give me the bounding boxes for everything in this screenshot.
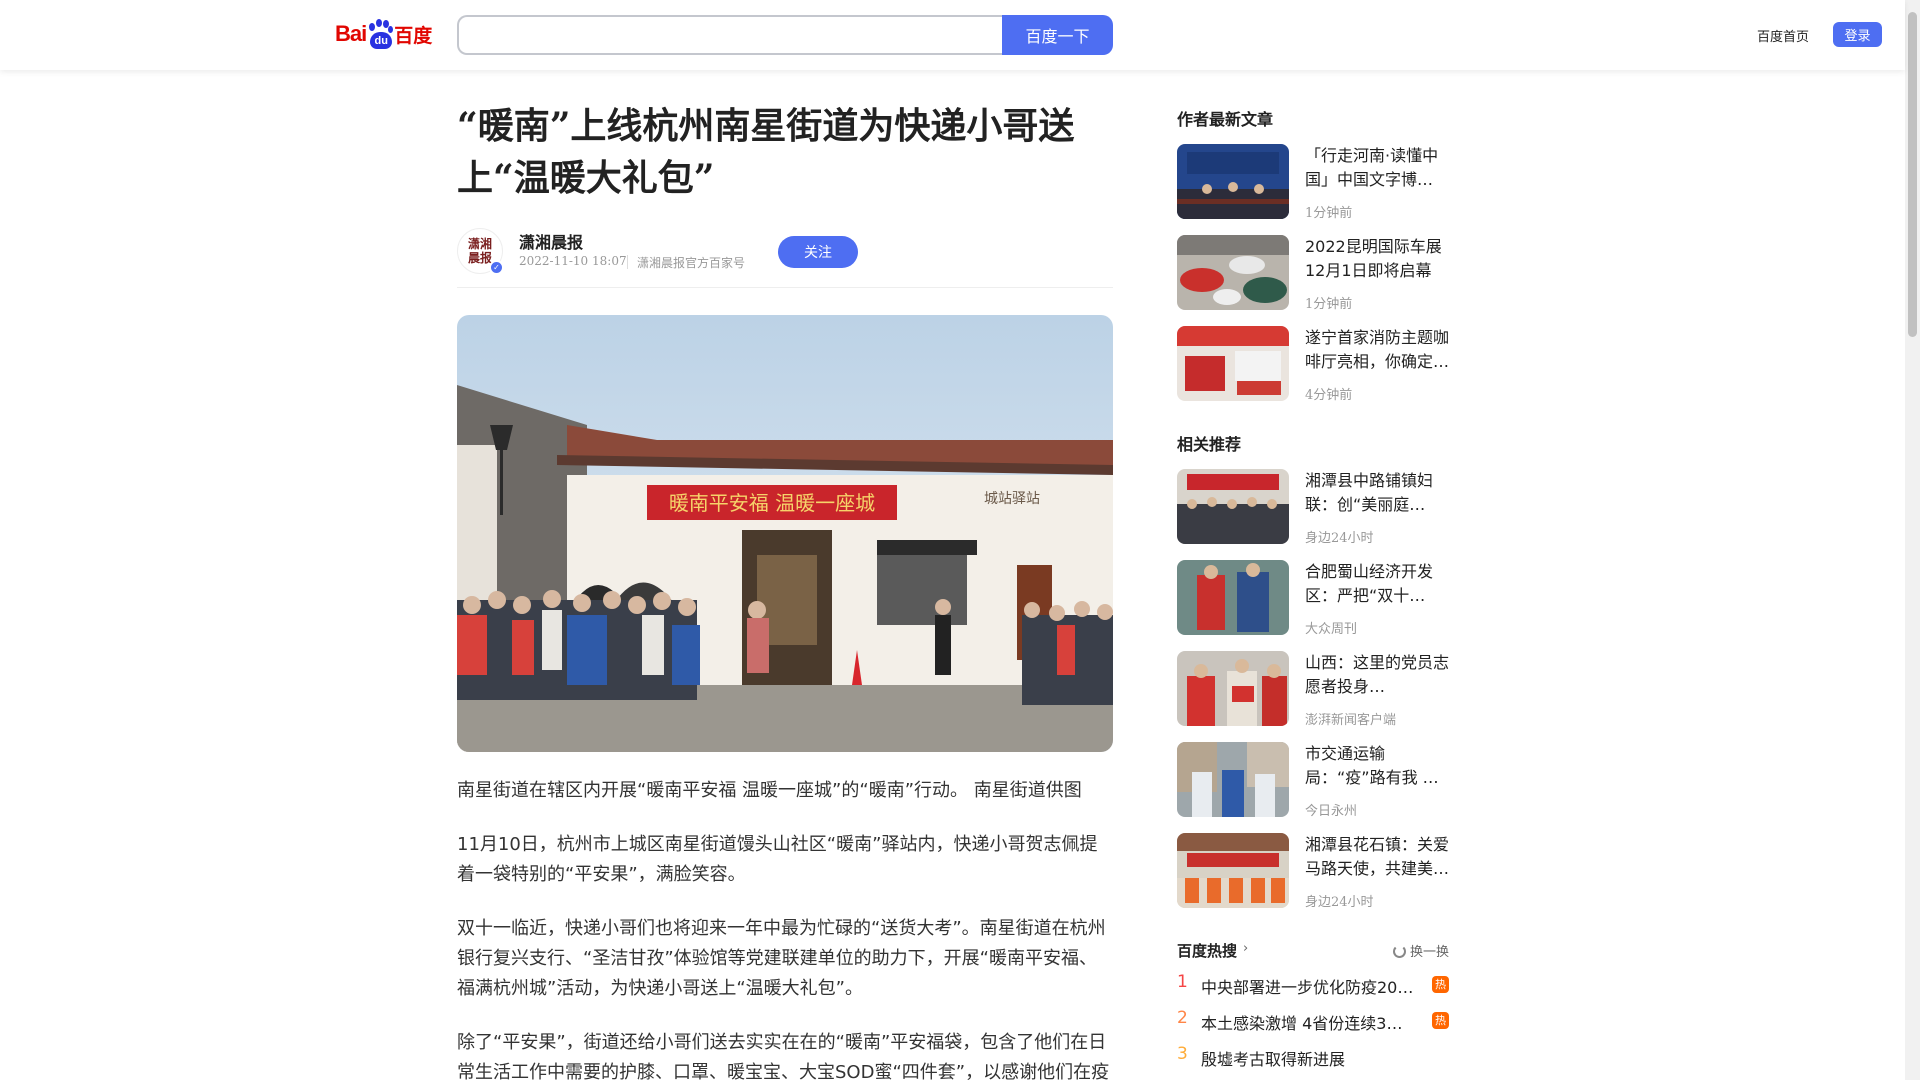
card-thumbnail bbox=[1177, 742, 1289, 817]
article-title: “暖南”上线杭州南星街道为快递小哥送上“温暖大礼包” bbox=[457, 105, 1075, 199]
photo-sign-text: 城站驿站 bbox=[984, 491, 1040, 507]
hot-search-item[interactable]: 2 本土感染激增 4省份连续3天… 热 bbox=[1177, 1004, 1449, 1040]
card-title[interactable]: 合肥蜀山经济开发区：严把“双十一”… bbox=[1305, 560, 1449, 608]
hot-badge: 热 bbox=[1432, 1012, 1449, 1029]
card-title[interactable]: 湘潭县花石镇：关爱马路天使，共建美… bbox=[1305, 833, 1449, 881]
refresh-icon bbox=[1392, 945, 1406, 958]
card-meta: 澎湃新闻客户端 bbox=[1305, 713, 1397, 728]
hot-rank: 1 bbox=[1177, 972, 1188, 992]
card-title[interactable]: 「行走河南·读懂中国」中国文字博物馆… bbox=[1305, 144, 1449, 192]
search-input[interactable] bbox=[459, 17, 1003, 53]
card-thumbnail bbox=[1177, 560, 1289, 635]
related-card[interactable]: 湘潭县花石镇：关爱马路天使，共建美… 身边24小时 bbox=[1177, 833, 1449, 924]
article-paragraph: 除了“平安果”，街道还给小哥们送去实实在在的“暖南”平安福袋，包含了他们在日常生… bbox=[457, 1032, 1110, 1080]
hot-search-header: 百度热搜 › 换一换 bbox=[1177, 938, 1449, 968]
hot-search-title[interactable]: 百度热搜 bbox=[1177, 940, 1237, 961]
card-thumbnail bbox=[1177, 235, 1289, 310]
refresh-button[interactable]: 换一换 bbox=[1392, 941, 1449, 960]
card-thumbnail bbox=[1177, 651, 1289, 726]
verified-icon: ✓ bbox=[489, 260, 504, 275]
page-scrollbar[interactable] bbox=[1905, 0, 1920, 1080]
article-paragraph: 11月10日，杭州市上城区南星街道馒头山社区“暖南”驿站内，快递小哥贺志佩提着一… bbox=[457, 834, 1098, 885]
publish-time: 2022-11-10 18:07 bbox=[519, 254, 627, 268]
latest-articles-title: 作者最新文章 bbox=[1177, 110, 1274, 129]
article-photo: 暖南平安福 温暖一座城 城站驿站 bbox=[457, 315, 1113, 752]
search-button[interactable]: 百度一下 bbox=[1002, 15, 1113, 55]
sidebar: 作者最新文章 「行走河南·读懂中国」中国文字博物馆… 1分钟前 2022昆明国际… bbox=[1177, 106, 1449, 1076]
baidu-logo[interactable]: Bai du 百度 bbox=[335, 15, 440, 53]
article-paragraph: 双十一临近，快递小哥们也将迎来一年中最为忙碌的“送货大考”。南星街道在杭州银行复… bbox=[457, 918, 1106, 999]
author-info: 潇湘晨报 ✓ 潇湘晨报 2022-11-10 18:07 潇湘晨报官方百家号 关… bbox=[457, 228, 1113, 288]
card-meta: 1分钟前 bbox=[1305, 206, 1353, 221]
card-meta: 1分钟前 bbox=[1305, 297, 1353, 312]
latest-article-card[interactable]: 「行走河南·读懂中国」中国文字博物馆… 1分钟前 bbox=[1177, 144, 1449, 235]
hot-badge: 热 bbox=[1432, 976, 1449, 993]
logo-bai-text: Bai bbox=[335, 21, 367, 46]
card-meta: 身边24小时 bbox=[1305, 531, 1374, 546]
card-title[interactable]: 市交通运输局：“疫”路有我 … bbox=[1305, 742, 1449, 790]
hot-search-item[interactable]: 3 殷墟考古取得新进展 bbox=[1177, 1040, 1449, 1076]
article-paragraph: 南星街道在辖区内开展“暖南平安福 温暖一座城”的“暖南”行动。 南星街道供图 bbox=[457, 780, 1082, 801]
meta-divider bbox=[627, 255, 628, 269]
card-title[interactable]: 山西：这里的党员志愿者投身战“疫”一… bbox=[1305, 651, 1449, 699]
scrollbar-thumb[interactable] bbox=[1908, 12, 1917, 337]
related-card[interactable]: 湘潭县中路铺镇妇联：创“美丽庭院”… 身边24小时 bbox=[1177, 469, 1449, 560]
card-meta: 4分钟前 bbox=[1305, 388, 1353, 403]
search-box bbox=[457, 15, 1003, 55]
card-title[interactable]: 湘潭县中路铺镇妇联：创“美丽庭院”… bbox=[1305, 469, 1449, 517]
related-card[interactable]: 市交通运输局：“疫”路有我 … 今日永州 bbox=[1177, 742, 1449, 833]
related-title: 相关推荐 bbox=[1177, 435, 1242, 454]
article: “暖南”上线杭州南星街道为快递小哥送上“温暖大礼包” 潇湘晨报 ✓ 潇湘晨报 2… bbox=[457, 100, 1113, 1080]
chevron-right-icon[interactable]: › bbox=[1243, 941, 1248, 956]
baidu-paw-icon: du bbox=[367, 19, 394, 49]
latest-article-card[interactable]: 2022昆明国际车展12月1日即将启幕 1分钟前 bbox=[1177, 235, 1449, 326]
hot-search-text[interactable]: 中央部署进一步优化防疫20… bbox=[1201, 974, 1417, 998]
card-meta: 大众周刊 bbox=[1305, 622, 1358, 637]
hot-search-text[interactable]: 本土感染激增 4省份连续3天… bbox=[1201, 1010, 1417, 1034]
hot-search-item[interactable]: 1 中央部署进一步优化防疫20… 热 bbox=[1177, 968, 1449, 1004]
card-title[interactable]: 2022昆明国际车展12月1日即将启幕 bbox=[1305, 235, 1449, 283]
card-thumbnail bbox=[1177, 144, 1289, 219]
author-name[interactable]: 潇湘晨报 bbox=[519, 229, 583, 253]
follow-button[interactable]: 关注 bbox=[778, 236, 858, 268]
login-button[interactable]: 登录 bbox=[1833, 22, 1882, 47]
related-card[interactable]: 合肥蜀山经济开发区：严把“双十一”… 大众周刊 bbox=[1177, 560, 1449, 651]
latest-article-card[interactable]: 遂宁首家消防主题咖啡厅亮相，你确定… 4分钟前 bbox=[1177, 326, 1449, 417]
hot-rank: 2 bbox=[1177, 1008, 1188, 1028]
card-thumbnail bbox=[1177, 469, 1289, 544]
card-thumbnail bbox=[1177, 326, 1289, 401]
card-meta: 今日永州 bbox=[1305, 804, 1358, 819]
author-source: 潇湘晨报官方百家号 bbox=[637, 256, 746, 270]
top-header: Bai du 百度 百度一下 百度首页 登录 bbox=[0, 0, 1905, 70]
card-thumbnail bbox=[1177, 833, 1289, 908]
card-meta: 身边24小时 bbox=[1305, 895, 1374, 910]
related-card[interactable]: 山西：这里的党员志愿者投身战“疫”一… 澎湃新闻客户端 bbox=[1177, 651, 1449, 742]
card-title[interactable]: 遂宁首家消防主题咖啡厅亮相，你确定… bbox=[1305, 326, 1449, 374]
hot-search-text[interactable]: 殷墟考古取得新进展 bbox=[1201, 1046, 1417, 1070]
baidu-home-link[interactable]: 百度首页 bbox=[1757, 26, 1809, 45]
photo-banner-text: 暖南平安福 温暖一座城 bbox=[669, 491, 875, 515]
logo-cn-text: 百度 bbox=[394, 24, 433, 47]
hot-rank: 3 bbox=[1177, 1044, 1188, 1064]
